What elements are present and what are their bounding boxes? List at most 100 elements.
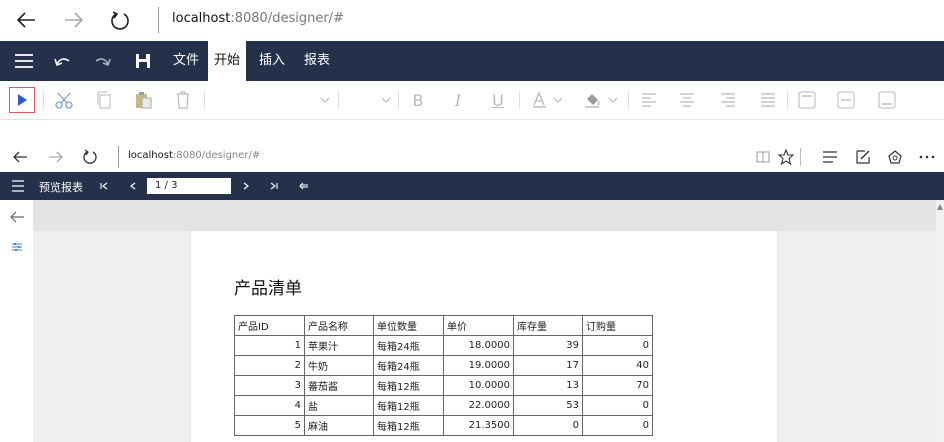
hamburger-menu-icon[interactable] bbox=[10, 47, 38, 75]
url-path: :8080/designer/# bbox=[172, 150, 261, 161]
underline-icon[interactable]: U bbox=[486, 87, 510, 113]
ribbon-separator bbox=[628, 91, 629, 109]
share-icon[interactable] bbox=[884, 145, 906, 169]
favorite-star-icon[interactable] bbox=[775, 145, 797, 169]
column-header: 产品ID bbox=[234, 315, 305, 336]
order-quantity-cell: 40 bbox=[582, 355, 653, 376]
italic-icon[interactable]: I bbox=[446, 87, 470, 113]
url-host: localhost bbox=[128, 150, 173, 161]
product-id-cell: 4 bbox=[234, 395, 305, 416]
report-table: 产品ID 产品名称 单位数量 单价 库存量 订购量 1 苹果汁 每箱24瓶 18… bbox=[234, 315, 653, 436]
unit-price-cell: 10.0000 bbox=[443, 375, 514, 396]
forward-arrow-icon[interactable] bbox=[44, 145, 68, 169]
forward-arrow-icon[interactable] bbox=[60, 6, 88, 34]
align-bottom-icon[interactable] bbox=[875, 87, 899, 113]
toolbar-separator bbox=[800, 148, 801, 166]
product-id-cell: 2 bbox=[234, 355, 305, 376]
table-row: 1 苹果汁 每箱24瓶 18.0000 39 0 bbox=[234, 335, 653, 356]
scroll-up-icon[interactable]: ▲ bbox=[937, 202, 943, 211]
back-to-parent-icon[interactable] bbox=[297, 176, 311, 196]
font-color-icon[interactable] bbox=[528, 87, 568, 113]
align-center-icon[interactable] bbox=[675, 87, 699, 113]
web-note-icon[interactable] bbox=[852, 145, 874, 169]
table-header-row: 产品ID 产品名称 单位数量 单价 库存量 订购量 bbox=[234, 315, 653, 336]
page-number-input[interactable]: 1 / 3 bbox=[147, 178, 231, 194]
hamburger-menu-icon[interactable] bbox=[9, 176, 27, 196]
preview-toolbar: 预览报表 1 / 3 bbox=[0, 172, 944, 200]
address-bar[interactable]: localhost:8080/designer/# bbox=[128, 150, 260, 161]
designer-header: 文件 开始 插入 报表 bbox=[0, 41, 944, 81]
stock-cell: 17 bbox=[513, 355, 583, 376]
stock-cell: 0 bbox=[513, 415, 583, 436]
report-page: 产品清单 产品ID 产品名称 单位数量 单价 库存量 订购量 1 苹果汁 每箱2… bbox=[191, 231, 777, 442]
address-bar[interactable]: localhost:8080/designer/# bbox=[172, 11, 344, 26]
preview-header-strip bbox=[33, 200, 936, 231]
preview-browser-bar: localhost:8080/designer/# bbox=[0, 142, 944, 172]
run-preview-button[interactable] bbox=[9, 87, 35, 113]
first-page-icon[interactable] bbox=[98, 176, 110, 196]
url-host: localhost bbox=[172, 11, 231, 26]
ribbon-separator bbox=[338, 91, 339, 109]
ribbon-separator bbox=[204, 91, 205, 109]
order-quantity-cell: 0 bbox=[582, 335, 653, 356]
back-arrow-icon[interactable] bbox=[6, 206, 28, 228]
browser-bar: localhost:8080/designer/# bbox=[0, 0, 944, 40]
previous-page-icon[interactable] bbox=[127, 176, 139, 196]
url-path: :8080/designer/# bbox=[230, 11, 344, 26]
report-title: 产品清单 bbox=[234, 279, 302, 299]
unit-quantity-cell: 每箱12瓶 bbox=[373, 415, 444, 436]
align-middle-icon[interactable] bbox=[834, 87, 858, 113]
unit-quantity-cell: 每箱12瓶 bbox=[373, 395, 444, 416]
bold-icon[interactable]: B bbox=[406, 87, 430, 113]
address-separator bbox=[118, 146, 119, 168]
reading-view-icon[interactable] bbox=[752, 145, 774, 169]
align-left-icon[interactable] bbox=[637, 87, 661, 113]
back-arrow-icon[interactable] bbox=[12, 6, 40, 34]
ribbon-toolbar: B I U bbox=[0, 81, 944, 120]
tab-report[interactable]: 报表 bbox=[298, 41, 336, 81]
stock-cell: 39 bbox=[513, 335, 583, 356]
save-icon[interactable] bbox=[129, 47, 157, 75]
more-options-icon[interactable] bbox=[916, 145, 938, 169]
preview-title: 预览报表 bbox=[39, 181, 83, 194]
product-name-cell: 麻油 bbox=[304, 415, 374, 436]
unit-price-cell: 19.0000 bbox=[443, 355, 514, 376]
parameters-icon[interactable] bbox=[6, 236, 28, 258]
column-header: 产品名称 bbox=[304, 315, 374, 336]
paste-icon[interactable] bbox=[131, 87, 155, 113]
redo-icon[interactable] bbox=[89, 47, 117, 75]
fill-color-icon[interactable] bbox=[582, 87, 622, 113]
back-arrow-icon[interactable] bbox=[8, 145, 32, 169]
unit-quantity-cell: 每箱24瓶 bbox=[373, 355, 444, 376]
column-header: 单价 bbox=[443, 315, 514, 336]
justify-icon[interactable] bbox=[756, 87, 780, 113]
align-right-icon[interactable] bbox=[716, 87, 740, 113]
column-header: 订购量 bbox=[582, 315, 653, 336]
copy-icon[interactable] bbox=[92, 87, 116, 113]
tab-home[interactable]: 开始 bbox=[208, 41, 247, 81]
refresh-icon[interactable] bbox=[106, 6, 134, 34]
font-family-select[interactable] bbox=[212, 87, 336, 113]
address-separator bbox=[158, 7, 159, 33]
tab-insert[interactable]: 插入 bbox=[253, 41, 291, 81]
preview-side-panel bbox=[0, 200, 33, 442]
vertical-scrollbar[interactable]: ▲ bbox=[936, 200, 944, 442]
table-row: 5 麻油 每箱12瓶 21.3500 0 0 bbox=[234, 415, 653, 436]
hub-icon[interactable] bbox=[819, 145, 841, 169]
font-size-select[interactable] bbox=[345, 87, 395, 113]
unit-quantity-cell: 每箱24瓶 bbox=[373, 335, 444, 356]
column-header: 库存量 bbox=[513, 315, 583, 336]
next-page-icon[interactable] bbox=[240, 176, 252, 196]
table-row: 2 牛奶 每箱24瓶 19.0000 17 40 bbox=[234, 355, 653, 376]
refresh-icon[interactable] bbox=[78, 145, 102, 169]
last-page-icon[interactable] bbox=[268, 176, 280, 196]
cut-icon[interactable] bbox=[52, 87, 76, 113]
undo-icon[interactable] bbox=[48, 47, 76, 75]
product-id-cell: 1 bbox=[234, 335, 305, 356]
delete-icon[interactable] bbox=[171, 87, 195, 113]
align-top-icon[interactable] bbox=[795, 87, 819, 113]
unit-price-cell: 21.3500 bbox=[443, 415, 514, 436]
tab-file[interactable]: 文件 bbox=[167, 41, 205, 81]
product-id-cell: 3 bbox=[234, 375, 305, 396]
ribbon-separator bbox=[787, 91, 788, 109]
